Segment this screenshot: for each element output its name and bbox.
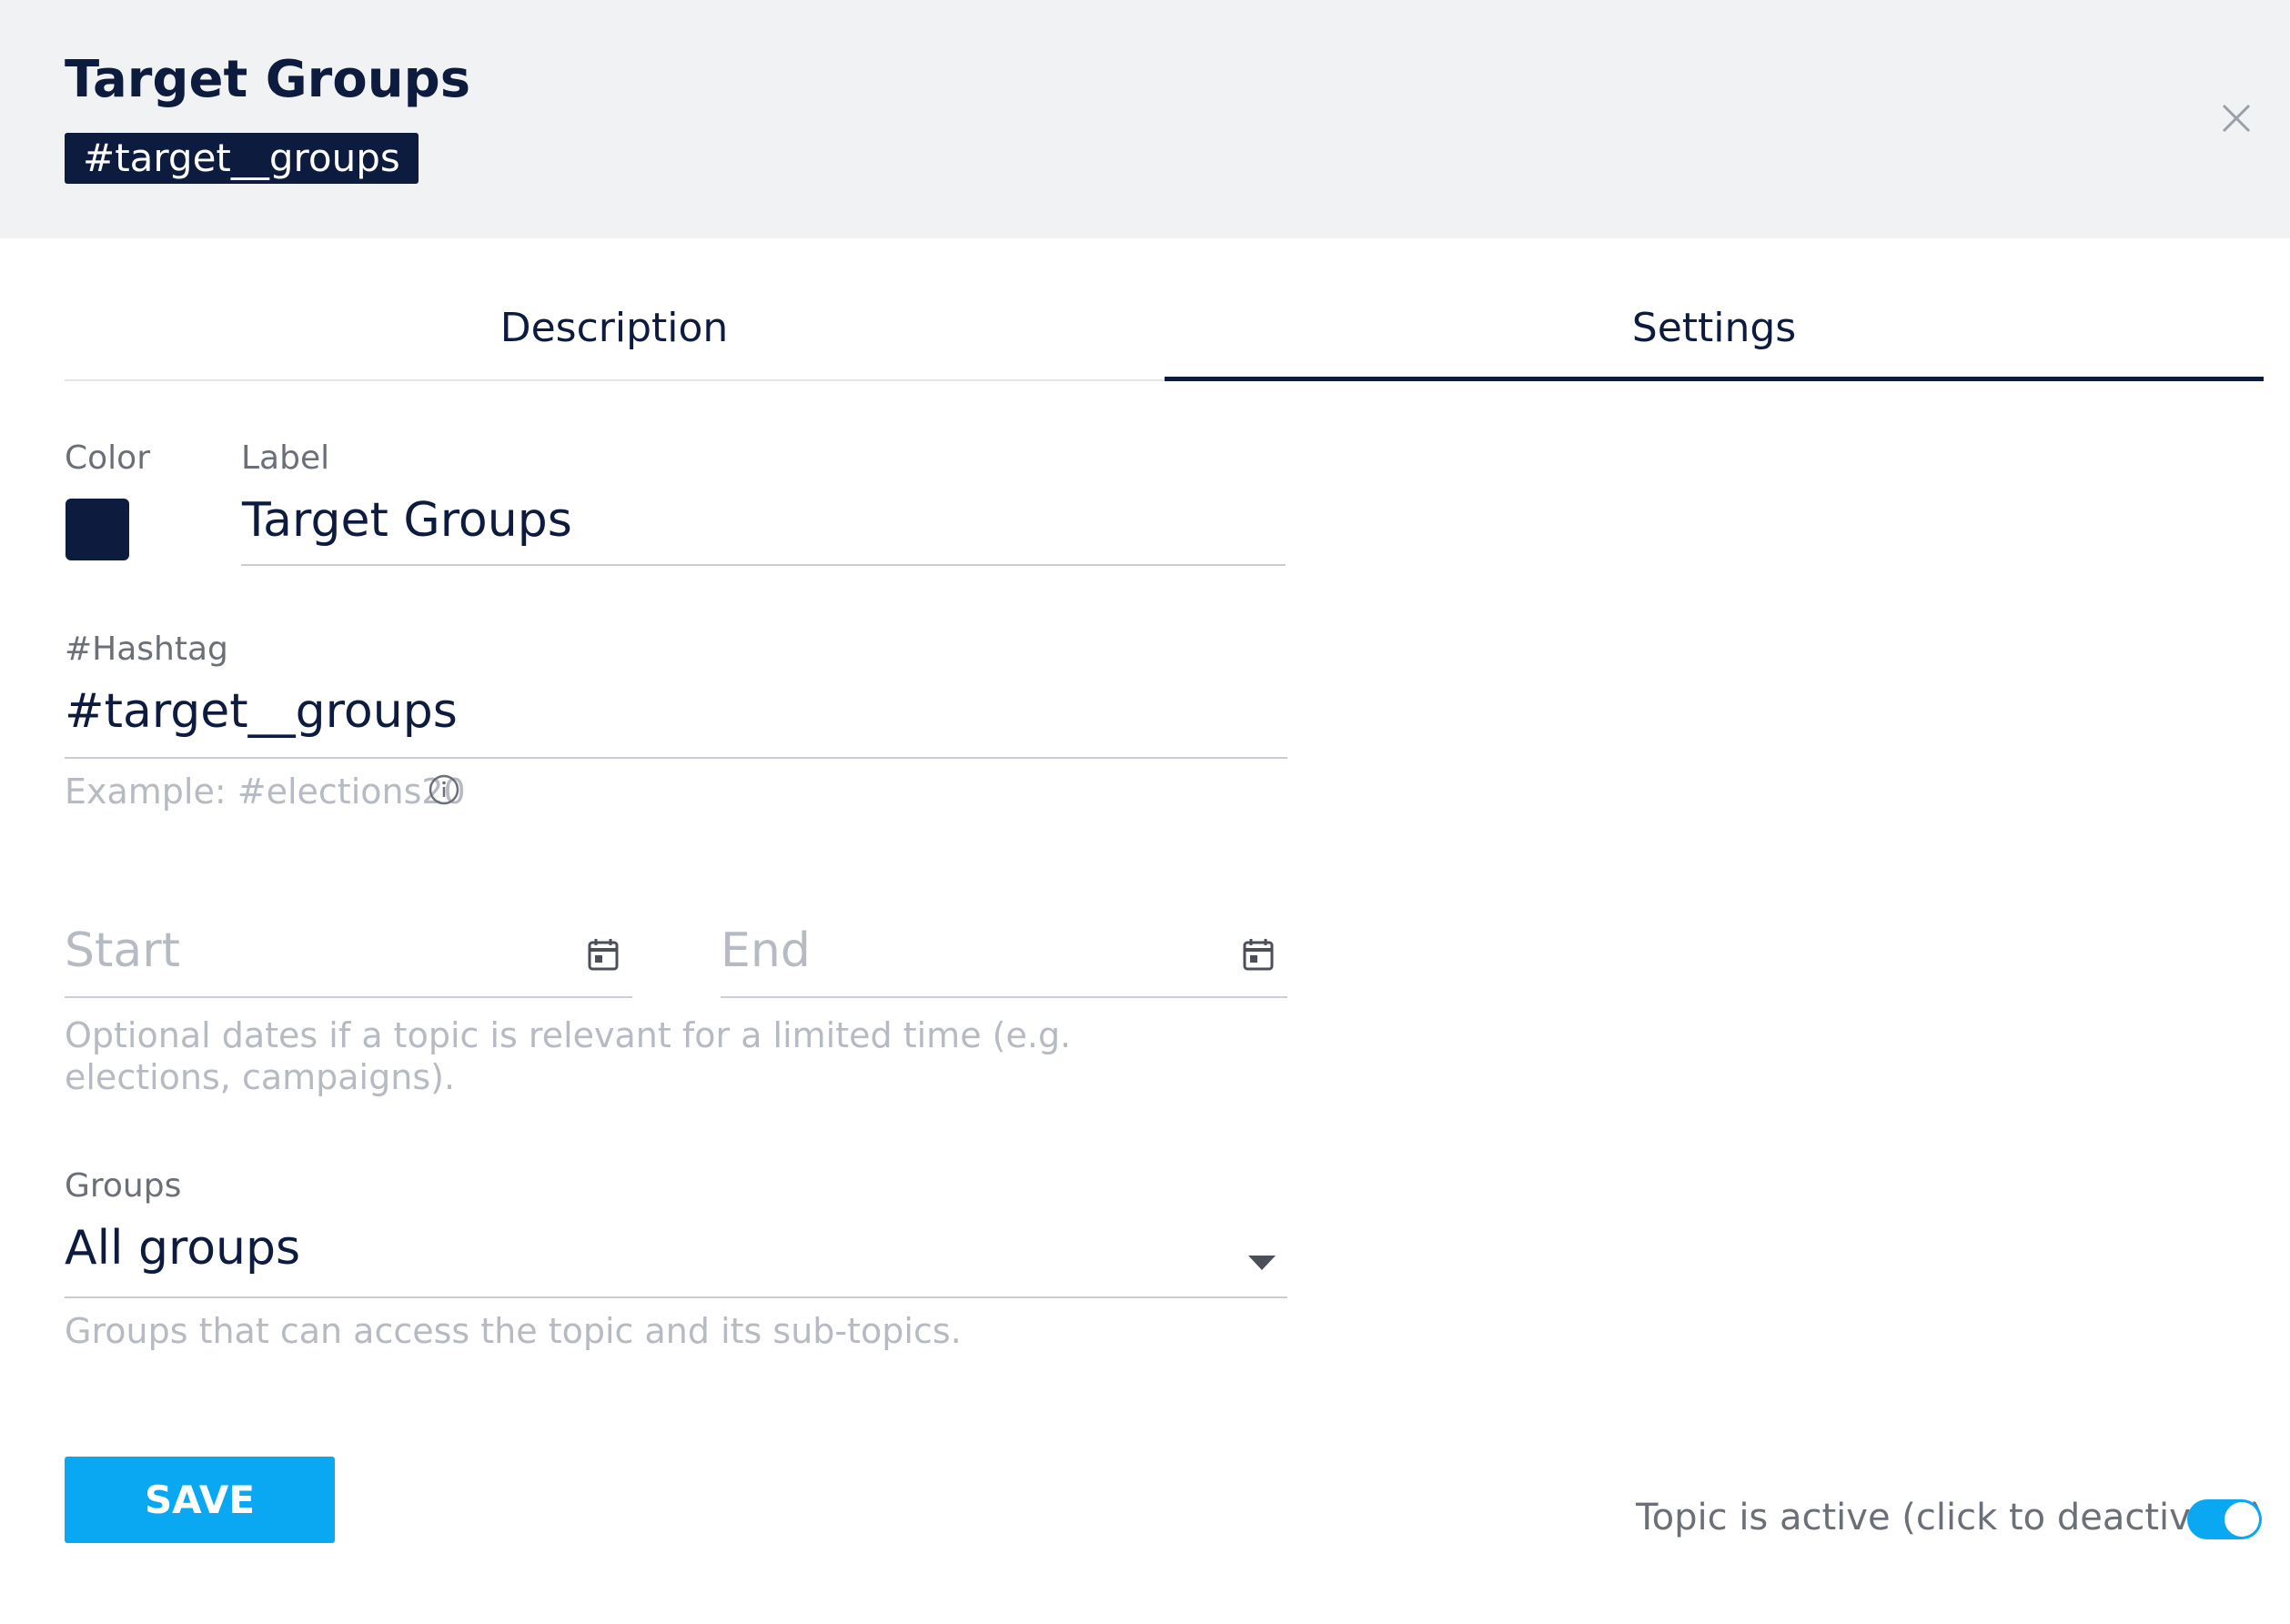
toggle-knob (2224, 1502, 2259, 1537)
hashtag-chip: #target__groups (65, 133, 419, 184)
start-date-input[interactable]: Start (65, 922, 180, 980)
end-calendar-icon[interactable] (1242, 937, 1275, 972)
close-icon (2222, 104, 2251, 133)
tab-description[interactable]: Description (65, 277, 1164, 381)
dialog-title: Target Groups (65, 50, 471, 109)
save-button[interactable]: SAVE (65, 1457, 335, 1543)
groups-select[interactable]: All groups (65, 1219, 300, 1277)
dates-hint: Optional dates if a topic is relevant fo… (65, 1015, 1072, 1097)
color-swatch[interactable] (66, 499, 129, 560)
hashtag-input-underline (65, 757, 1287, 759)
groups-hint: Groups that can access the topic and its… (65, 1311, 962, 1351)
hashtag-hint: Example: #elections20 (65, 772, 466, 812)
groups-select-underline (65, 1296, 1287, 1298)
hashtag-field-label: #Hashtag (65, 630, 228, 668)
end-date-underline (721, 996, 1287, 998)
hashtag-input[interactable]: #target__groups (65, 682, 458, 741)
color-label: Color (65, 439, 150, 477)
start-date-underline (65, 996, 632, 998)
label-input[interactable]: Target Groups (242, 491, 572, 550)
tab-bar: Description Settings (65, 277, 2264, 382)
topic-active-label[interactable]: Topic is active (click to deactivate) (1636, 1495, 2264, 1540)
close-button[interactable] (2218, 100, 2255, 136)
dialog-header: Target Groups #target__groups (0, 0, 2290, 238)
start-calendar-icon[interactable] (587, 937, 620, 972)
end-date-input[interactable]: End (721, 922, 811, 980)
chevron-down-icon[interactable] (1246, 1254, 1277, 1272)
topic-active-toggle[interactable] (2187, 1499, 2262, 1539)
label-input-underline (241, 564, 1286, 566)
groups-field-label: Groups (65, 1167, 182, 1205)
tab-settings[interactable]: Settings (1165, 277, 2264, 381)
info-icon[interactable] (428, 773, 460, 806)
label-field-label: Label (241, 439, 330, 477)
